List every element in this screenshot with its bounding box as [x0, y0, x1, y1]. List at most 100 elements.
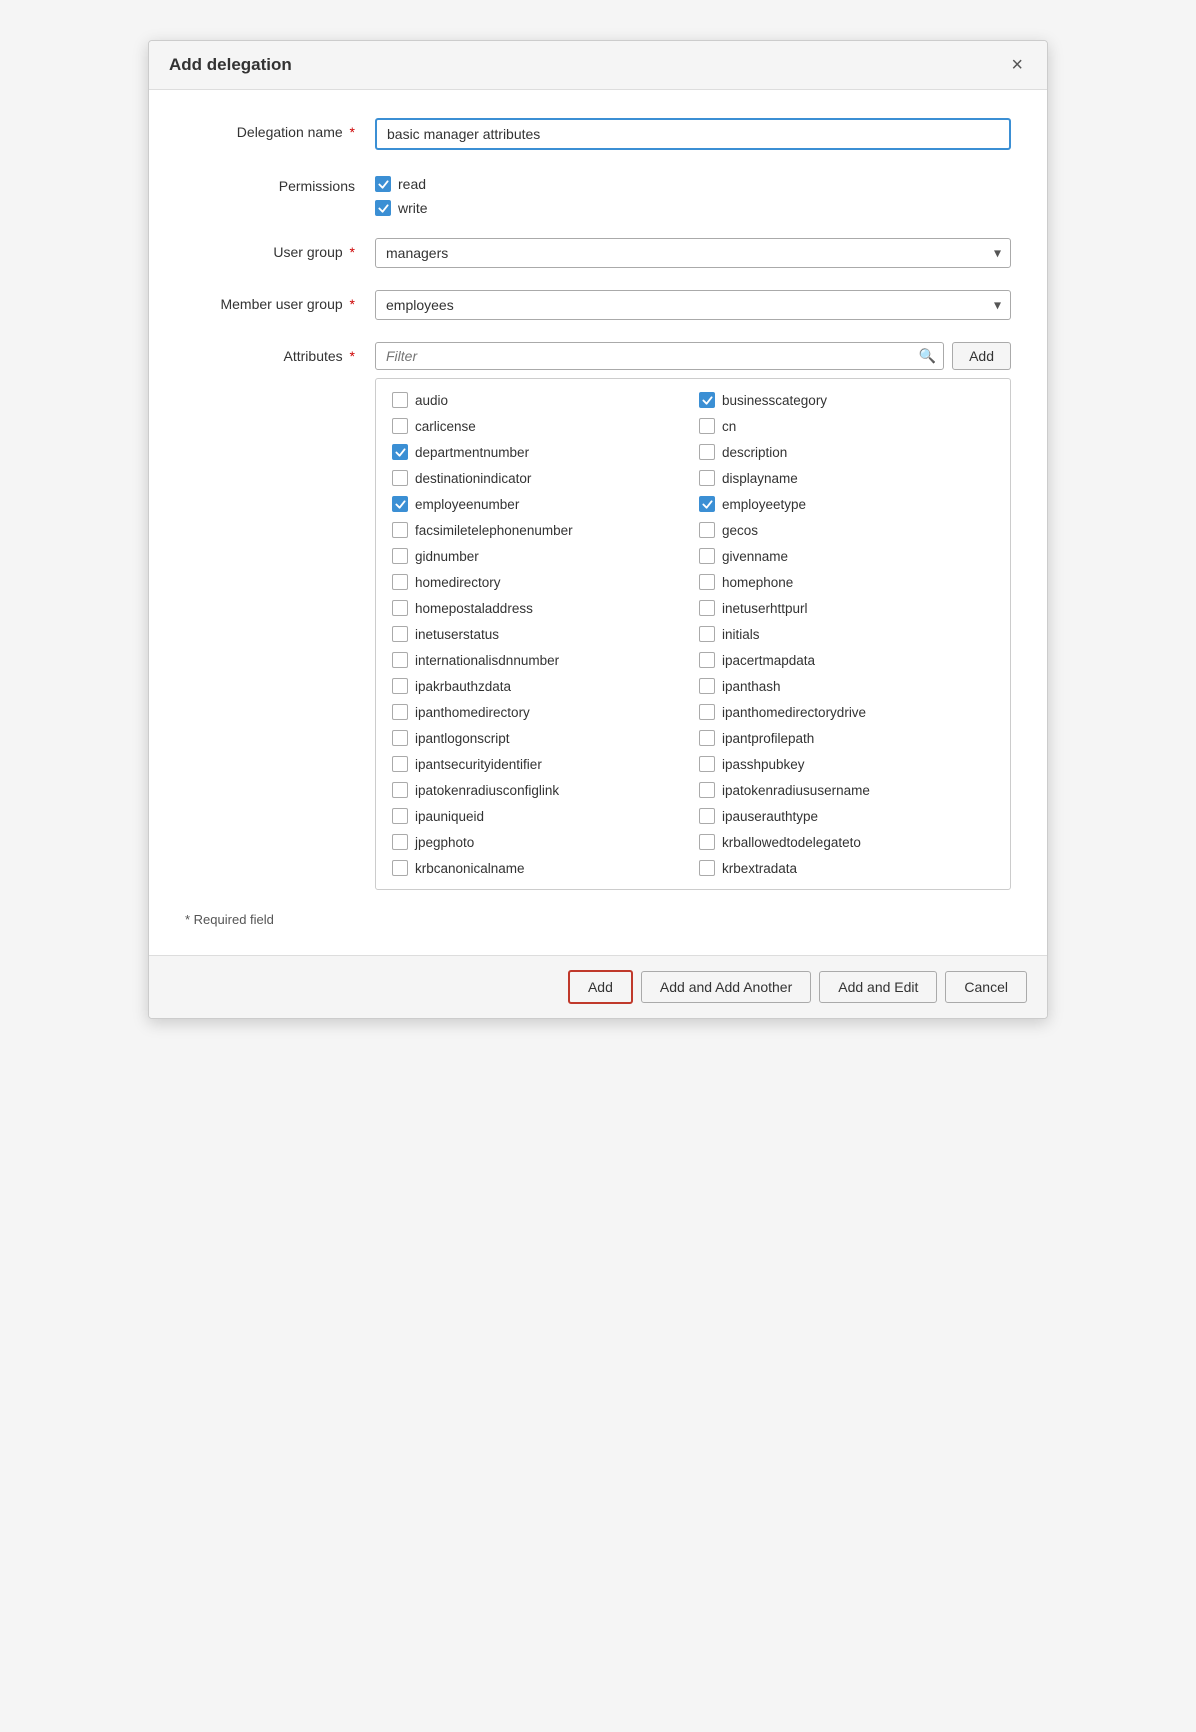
attr-checkbox-homepostaladdress[interactable] [392, 600, 408, 616]
member-user-group-select[interactable]: employees [375, 290, 1011, 320]
list-item[interactable]: ipauserauthtype [693, 805, 1000, 827]
attr-checkbox-audio[interactable] [392, 392, 408, 408]
list-item[interactable]: krbcanonicalname [386, 857, 693, 879]
attr-checkbox-ipanthomedirectorydrive[interactable] [699, 704, 715, 720]
attr-checkbox-departmentnumber[interactable] [392, 444, 408, 460]
attr-checkbox-ipasshpubkey[interactable] [699, 756, 715, 772]
list-item[interactable]: ipanthash [693, 675, 1000, 697]
attr-checkbox-ipacertmapdata[interactable] [699, 652, 715, 668]
attr-label-ipatokenradiususername: ipatokenradiususername [722, 783, 870, 798]
list-item[interactable]: ipatokenradiusconfiglink [386, 779, 693, 801]
attr-checkbox-displayname[interactable] [699, 470, 715, 486]
add-button[interactable]: Add [568, 970, 633, 1004]
attr-checkbox-description[interactable] [699, 444, 715, 460]
list-item[interactable]: inetuserhttpurl [693, 597, 1000, 619]
attr-checkbox-ipatokenradiusconfiglink[interactable] [392, 782, 408, 798]
attr-checkbox-employeenumber[interactable] [392, 496, 408, 512]
attr-checkbox-jpegphoto[interactable] [392, 834, 408, 850]
list-item[interactable]: employeetype [693, 493, 1000, 515]
attr-checkbox-ipantlogonscript[interactable] [392, 730, 408, 746]
attr-checkbox-ipanthash[interactable] [699, 678, 715, 694]
cancel-button[interactable]: Cancel [945, 971, 1027, 1003]
attr-checkbox-destinationindicator[interactable] [392, 470, 408, 486]
list-item[interactable]: krballowedtodelegateto [693, 831, 1000, 853]
attr-checkbox-ipakrbauthzdata[interactable] [392, 678, 408, 694]
attr-label-ipacertmapdata: ipacertmapdata [722, 653, 815, 668]
attr-checkbox-ipantprofilepath[interactable] [699, 730, 715, 746]
attributes-add-button[interactable]: Add [952, 342, 1011, 370]
list-item[interactable]: ipanthomedirectorydrive [693, 701, 1000, 723]
list-item[interactable]: employeenumber [386, 493, 693, 515]
list-item[interactable]: description [693, 441, 1000, 463]
attributes-list[interactable]: audio carlicense departmentnumber [375, 378, 1011, 890]
attr-checkbox-facsimile[interactable] [392, 522, 408, 538]
list-item[interactable]: ipacertmapdata [693, 649, 1000, 671]
filter-input-wrap: 🔍 [375, 342, 944, 370]
attr-checkbox-ipauserauthtype[interactable] [699, 808, 715, 824]
list-item[interactable]: ipatokenradiususername [693, 779, 1000, 801]
attr-checkbox-inetuserhttpurl[interactable] [699, 600, 715, 616]
list-item[interactable]: displayname [693, 467, 1000, 489]
list-item[interactable]: ipantlogonscript [386, 727, 693, 749]
delegation-name-input[interactable] [375, 118, 1011, 150]
attr-checkbox-initials[interactable] [699, 626, 715, 642]
list-item[interactable]: departmentnumber [386, 441, 693, 463]
add-edit-button[interactable]: Add and Edit [819, 971, 937, 1003]
list-item[interactable]: carlicense [386, 415, 693, 437]
attr-checkbox-employeetype[interactable] [699, 496, 715, 512]
member-user-group-label: Member user group * [185, 290, 375, 312]
attr-checkbox-homephone[interactable] [699, 574, 715, 590]
list-item[interactable]: krbextradata [693, 857, 1000, 879]
list-item[interactable]: cn [693, 415, 1000, 437]
list-item[interactable]: ipauniqueid [386, 805, 693, 827]
permission-read-text: read [398, 176, 426, 192]
attr-label-homepostaladdress: homepostaladdress [415, 601, 533, 616]
attr-checkbox-internationalisdnnumber[interactable] [392, 652, 408, 668]
attr-checkbox-givenname[interactable] [699, 548, 715, 564]
attr-checkbox-gecos[interactable] [699, 522, 715, 538]
list-item[interactable]: homedirectory [386, 571, 693, 593]
list-item[interactable]: destinationindicator [386, 467, 693, 489]
list-item[interactable]: ipasshpubkey [693, 753, 1000, 775]
list-item[interactable]: businesscategory [693, 389, 1000, 411]
list-item[interactable]: jpegphoto [386, 831, 693, 853]
list-item[interactable]: homepostaladdress [386, 597, 693, 619]
attr-checkbox-homedirectory[interactable] [392, 574, 408, 590]
list-item[interactable]: ipantprofilepath [693, 727, 1000, 749]
list-item[interactable]: facsimiletelephonenumber [386, 519, 693, 541]
attr-checkbox-krbextradata[interactable] [699, 860, 715, 876]
list-item[interactable]: internationalisdnnumber [386, 649, 693, 671]
list-item[interactable]: gecos [693, 519, 1000, 541]
attr-checkbox-krbcanonicalname[interactable] [392, 860, 408, 876]
list-item[interactable]: ipantsecurityidentifier [386, 753, 693, 775]
permission-write-label[interactable]: write [375, 200, 1011, 216]
list-item[interactable]: inetuserstatus [386, 623, 693, 645]
attr-checkbox-inetuserstatus[interactable] [392, 626, 408, 642]
close-button[interactable]: × [1007, 55, 1027, 75]
list-item[interactable]: initials [693, 623, 1000, 645]
attr-checkbox-ipauniqueid[interactable] [392, 808, 408, 824]
dialog-title: Add delegation [169, 55, 292, 75]
attr-checkbox-cn[interactable] [699, 418, 715, 434]
list-item[interactable]: audio [386, 389, 693, 411]
list-item[interactable]: givenname [693, 545, 1000, 567]
attr-checkbox-ipantsecurityidentifier[interactable] [392, 756, 408, 772]
list-item[interactable]: homephone [693, 571, 1000, 593]
add-another-button[interactable]: Add and Add Another [641, 971, 811, 1003]
required-star-ug: * [350, 244, 355, 260]
filter-input[interactable] [375, 342, 944, 370]
attr-checkbox-gidnumber[interactable] [392, 548, 408, 564]
attr-label-ipasshpubkey: ipasshpubkey [722, 757, 805, 772]
list-item[interactable]: gidnumber [386, 545, 693, 567]
permission-read-label[interactable]: read [375, 176, 1011, 192]
list-item[interactable]: ipanthomedirectory [386, 701, 693, 723]
permission-read-checkbox[interactable] [375, 176, 391, 192]
attr-checkbox-businesscategory[interactable] [699, 392, 715, 408]
attr-checkbox-krballowedtodelegateto[interactable] [699, 834, 715, 850]
permission-write-checkbox[interactable] [375, 200, 391, 216]
list-item[interactable]: ipakrbauthzdata [386, 675, 693, 697]
attr-checkbox-carlicense[interactable] [392, 418, 408, 434]
attr-checkbox-ipanthomedirectory[interactable] [392, 704, 408, 720]
user-group-select[interactable]: managers [375, 238, 1011, 268]
attr-checkbox-ipatokenradiususername[interactable] [699, 782, 715, 798]
